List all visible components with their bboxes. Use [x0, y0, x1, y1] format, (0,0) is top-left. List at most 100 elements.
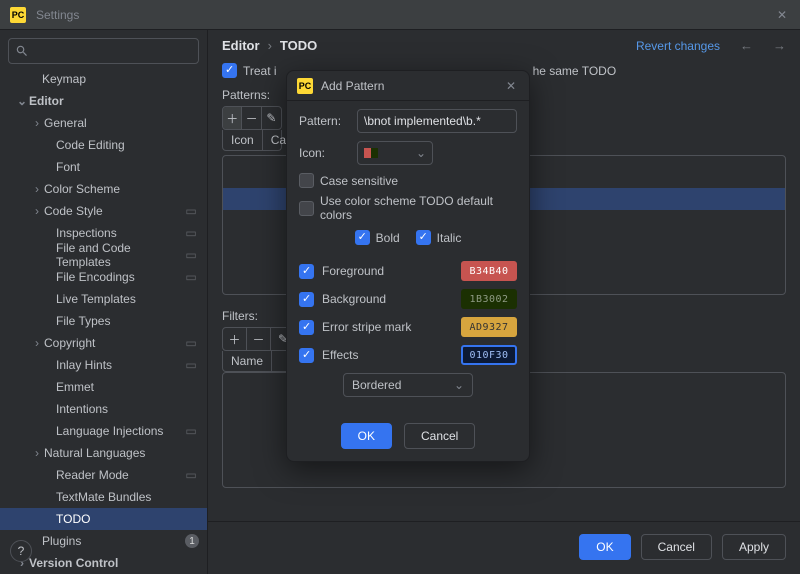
help-button[interactable]: ?: [10, 540, 32, 562]
tree-item-label: Code Style: [44, 204, 183, 218]
search-icon: [15, 44, 29, 58]
bold-label: Bold: [376, 231, 400, 245]
tree-item-label: Version Control: [29, 556, 199, 570]
app-logo-icon: PC: [297, 78, 313, 94]
close-icon[interactable]: ✕: [503, 78, 519, 94]
tree-item-keymap[interactable]: Keymap: [0, 72, 207, 90]
patterns-label: Patterns:: [222, 88, 270, 102]
tree-item-label: TextMate Bundles: [56, 490, 199, 504]
effects-type-combo[interactable]: Bordered ⌄: [343, 373, 473, 397]
remove-filter-button[interactable]: －: [247, 328, 271, 350]
foreground-color-chip[interactable]: B34B40: [461, 261, 517, 281]
dialog-title: Add Pattern: [321, 79, 384, 93]
tree-item-language-injections[interactable]: Language Injections▭: [0, 420, 207, 442]
foreground-checkbox[interactable]: [299, 264, 314, 279]
scope-icon: ▭: [183, 424, 199, 438]
edit-pattern-button[interactable]: ✎: [262, 107, 281, 129]
tree-item-file-encodings[interactable]: File Encodings▭: [0, 266, 207, 288]
background-color-chip[interactable]: 1B3002: [461, 289, 517, 309]
pattern-field-label: Pattern:: [299, 114, 347, 128]
tree-item-file-and-code-templates[interactable]: File and Code Templates▭: [0, 244, 207, 266]
tree-item-label: Plugins: [42, 534, 185, 548]
background-checkbox[interactable]: [299, 292, 314, 307]
effects-type-value: Bordered: [352, 378, 401, 392]
tree-item-inlay-hints[interactable]: Inlay Hints▭: [0, 354, 207, 376]
filters-label: Filters:: [222, 309, 258, 323]
tree-item-reader-mode[interactable]: Reader Mode▭: [0, 464, 207, 486]
tree-item-label: Emmet: [56, 380, 199, 394]
cancel-button[interactable]: Cancel: [641, 534, 712, 560]
effects-checkbox[interactable]: [299, 348, 314, 363]
chevron-icon: ›: [30, 116, 44, 130]
background-label: Background: [322, 292, 453, 306]
tree-item-label: File Types: [56, 314, 199, 328]
chevron-icon: ›: [30, 204, 44, 218]
tree-item-code-editing[interactable]: Code Editing: [0, 134, 207, 156]
scope-icon: ▭: [183, 358, 199, 372]
chevron-down-icon: ⌄: [454, 378, 464, 392]
tree-item-code-style[interactable]: ›Code Style▭: [0, 200, 207, 222]
tree-item-editor[interactable]: ⌄Editor: [0, 90, 207, 112]
settings-tree[interactable]: Keymap⌄Editor›GeneralCode EditingFont›Co…: [0, 72, 207, 574]
ok-button[interactable]: OK: [579, 534, 630, 560]
treat-same-todo-label-right: he same TODO: [533, 64, 617, 78]
search-input[interactable]: [8, 38, 199, 64]
close-icon[interactable]: ✕: [774, 7, 790, 23]
tree-item-label: Code Editing: [56, 138, 199, 152]
scope-icon: ▭: [183, 204, 199, 218]
tree-item-label: General: [44, 116, 199, 130]
bold-checkbox[interactable]: [355, 230, 370, 245]
tree-item-file-types[interactable]: File Types: [0, 310, 207, 332]
tree-item-font[interactable]: Font: [0, 156, 207, 178]
chevron-icon: ›: [30, 182, 44, 196]
tree-item-copyright[interactable]: ›Copyright▭: [0, 332, 207, 354]
back-icon[interactable]: ←: [740, 38, 753, 53]
app-logo-icon: PC: [10, 7, 26, 23]
error-stripe-color-chip[interactable]: AD9327: [461, 317, 517, 337]
tree-item-todo[interactable]: TODO: [0, 508, 207, 530]
tree-item-label: TODO: [56, 512, 199, 526]
tree-item-emmet[interactable]: Emmet: [0, 376, 207, 398]
use-default-colors-checkbox[interactable]: [299, 201, 314, 216]
error-stripe-checkbox[interactable]: [299, 320, 314, 335]
tree-item-label: Natural Languages: [44, 446, 199, 460]
dialog-cancel-button[interactable]: Cancel: [404, 423, 475, 449]
scope-icon: ▭: [183, 226, 199, 240]
breadcrumb-root[interactable]: Editor: [222, 38, 260, 53]
breadcrumb: Editor › TODO Revert changes ← →: [222, 38, 786, 53]
revert-changes-link[interactable]: Revert changes: [636, 39, 720, 53]
remove-pattern-button[interactable]: －: [242, 107, 261, 129]
breadcrumb-leaf: TODO: [280, 38, 317, 53]
tree-item-label: Inlay Hints: [56, 358, 183, 372]
tree-item-natural-languages[interactable]: ›Natural Languages: [0, 442, 207, 464]
tree-item-textmate-bundles[interactable]: TextMate Bundles: [0, 486, 207, 508]
tree-item-color-scheme[interactable]: ›Color Scheme: [0, 178, 207, 200]
tree-item-label: Live Templates: [56, 292, 199, 306]
tree-item-label: File Encodings: [56, 270, 183, 284]
add-filter-button[interactable]: ＋: [223, 328, 247, 350]
sidebar: Keymap⌄Editor›GeneralCode EditingFont›Co…: [0, 30, 208, 574]
foreground-label: Foreground: [322, 264, 453, 278]
add-pattern-button[interactable]: ＋: [223, 107, 242, 129]
italic-checkbox[interactable]: [416, 230, 431, 245]
case-sensitive-checkbox[interactable]: [299, 173, 314, 188]
forward-icon[interactable]: →: [773, 38, 786, 53]
pattern-input[interactable]: \bnot implemented\b.*: [357, 109, 517, 133]
tree-item-label: Copyright: [44, 336, 183, 350]
tree-item-label: Language Injections: [56, 424, 183, 438]
apply-button[interactable]: Apply: [722, 534, 786, 560]
treat-same-todo-checkbox[interactable]: [222, 63, 237, 78]
tree-item-live-templates[interactable]: Live Templates: [0, 288, 207, 310]
chevron-icon: ⌄: [15, 94, 29, 108]
case-sensitive-label: Case sensitive: [320, 174, 398, 188]
effects-color-chip[interactable]: 010F30: [461, 345, 517, 365]
filters-col-name: Name: [223, 351, 272, 371]
chevron-icon: ›: [30, 446, 44, 460]
tree-item-general[interactable]: ›General: [0, 112, 207, 134]
tree-item-intentions[interactable]: Intentions: [0, 398, 207, 420]
dialog-ok-button[interactable]: OK: [341, 423, 392, 449]
icon-combo[interactable]: ⌄: [357, 141, 433, 165]
treat-same-todo-label-left: Treat i: [243, 64, 277, 78]
tree-item-label: Keymap: [42, 72, 199, 86]
titlebar: PC Settings ✕: [0, 0, 800, 30]
